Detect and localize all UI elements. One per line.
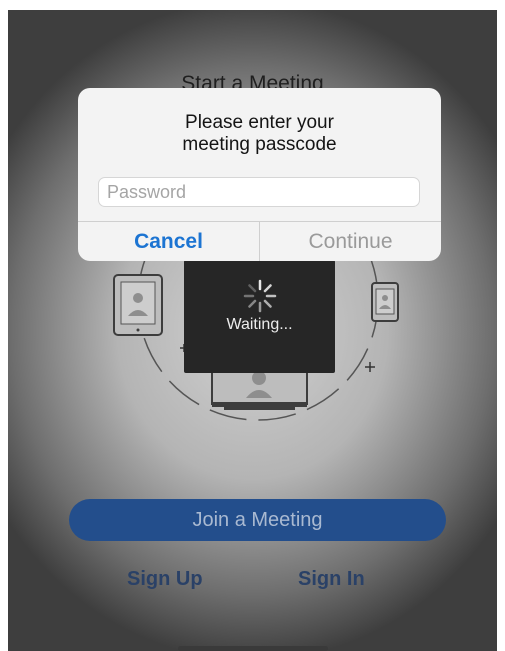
continue-button[interactable]: Continue	[260, 222, 441, 261]
passcode-dialog: Please enter your meeting passcode Cance…	[78, 88, 441, 261]
join-meeting-button[interactable]: Join a Meeting	[69, 499, 446, 541]
waiting-label: Waiting...	[226, 316, 293, 333]
dialog-title-line-1: Please enter your	[185, 112, 334, 133]
spinner-icon	[243, 279, 277, 313]
sign-up-link[interactable]: Sign Up	[127, 568, 203, 591]
tablet-icon	[113, 274, 163, 336]
dialog-title: Please enter your meeting passcode	[78, 112, 441, 156]
passcode-input[interactable]	[98, 177, 420, 207]
dialog-title-line-2: meeting passcode	[182, 134, 337, 155]
user-icon	[252, 371, 266, 385]
home-indicator	[178, 646, 328, 651]
sign-in-link[interactable]: Sign In	[298, 568, 365, 591]
app-screen: Start a Meeting Waiting... Join a Meetin…	[8, 10, 497, 651]
cancel-button[interactable]: Cancel	[78, 222, 259, 261]
waiting-overlay: Waiting...	[184, 260, 335, 373]
phone-icon	[371, 282, 399, 322]
